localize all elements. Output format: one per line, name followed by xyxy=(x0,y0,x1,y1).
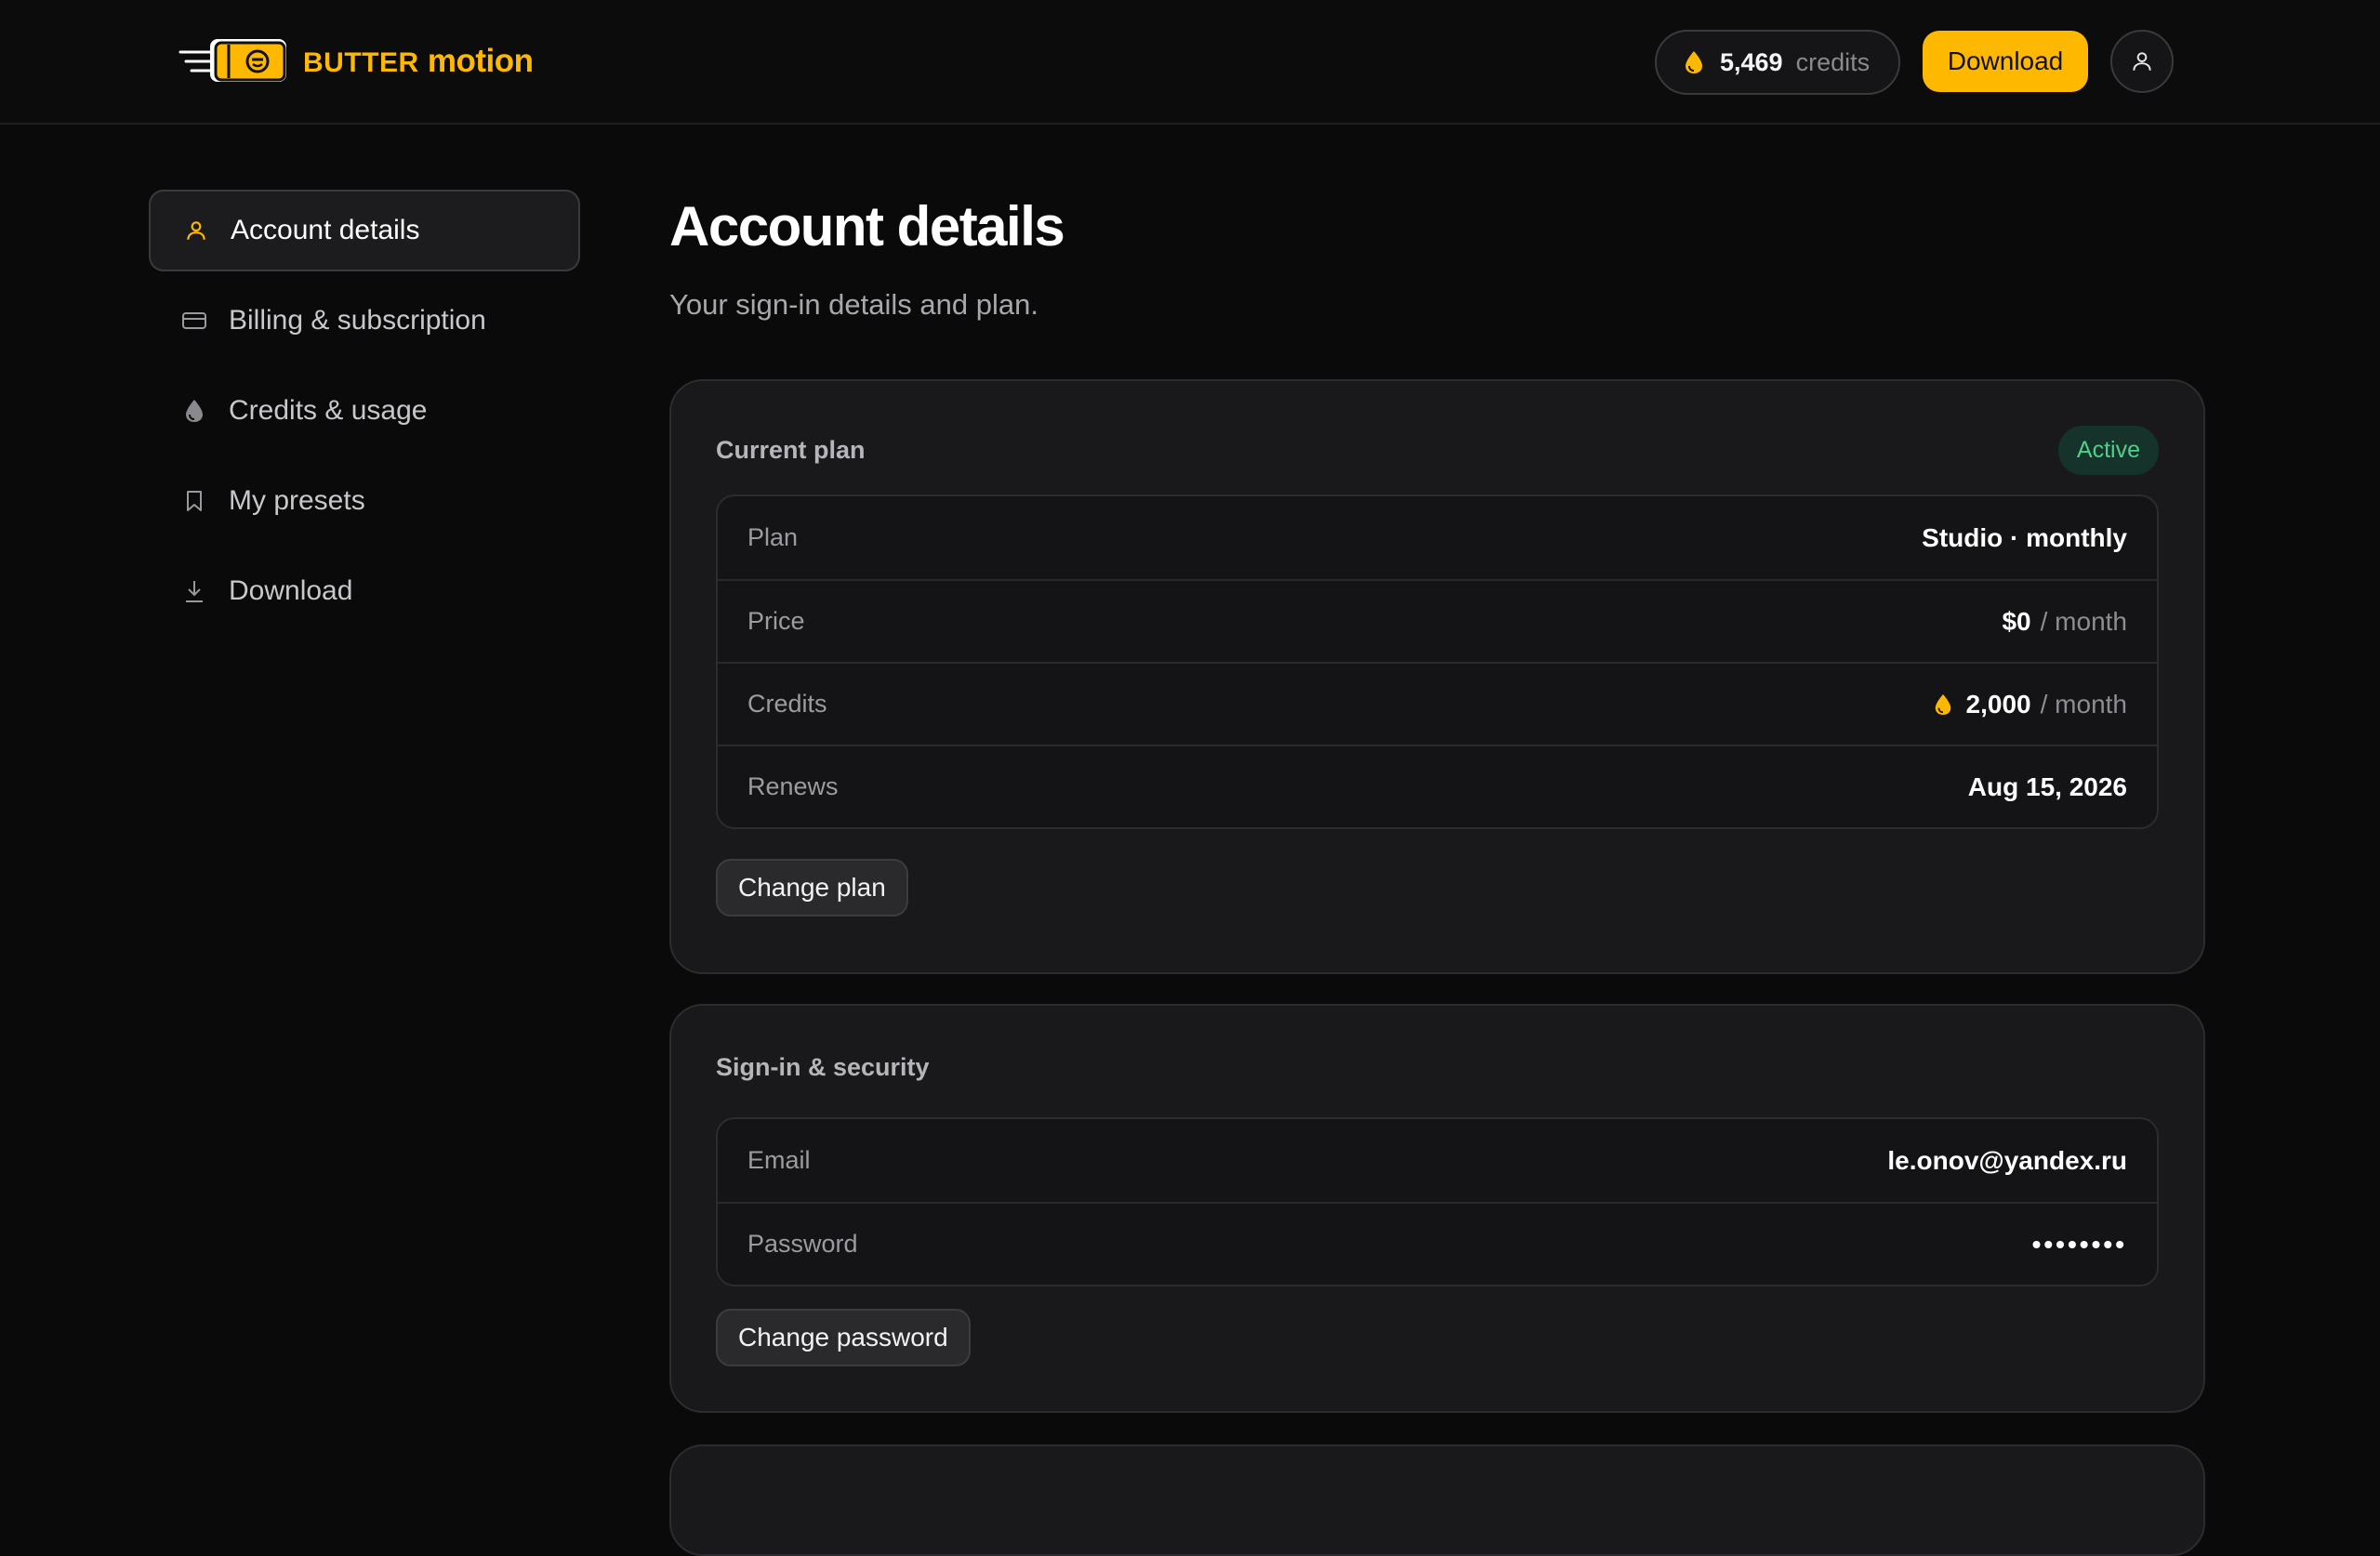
sidebar-item-my-presets[interactable]: My presets xyxy=(149,460,580,542)
download-icon xyxy=(186,581,203,602)
card-title: Sign-in & security xyxy=(716,1052,930,1081)
sidebar-item-download[interactable]: Download xyxy=(149,550,580,632)
download-button[interactable]: Download xyxy=(1923,31,2088,92)
sidebar-item-label: Account details xyxy=(231,215,420,245)
row-value: 2,000 / month xyxy=(1933,690,2127,719)
user-icon xyxy=(187,221,205,240)
sidebar-item-credits-usage[interactable]: Credits & usage xyxy=(149,370,580,452)
credits-balance[interactable]: 5,469 credits xyxy=(1655,30,1900,95)
sidebar-item-label: Download xyxy=(229,575,353,606)
row-value: $0 / month xyxy=(2002,606,2127,636)
row-label: Renews xyxy=(747,772,839,800)
drop-icon xyxy=(1935,693,1950,715)
next-card xyxy=(669,1444,2205,1556)
card-title: Current plan xyxy=(716,435,866,464)
change-plan-button[interactable]: Change plan xyxy=(716,859,908,916)
credit-card-icon xyxy=(182,312,206,329)
table-row: Price $0 / month xyxy=(718,579,2157,662)
sidebar-item-label: Credits & usage xyxy=(229,395,428,426)
row-value: Aug 15, 2026 xyxy=(1967,771,2127,801)
security-details-table: Email le.onov@yandex.ru Password •••••••… xyxy=(716,1117,2159,1286)
row-label: Plan xyxy=(747,523,799,551)
drop-icon xyxy=(186,400,203,422)
drop-icon xyxy=(1686,51,1702,73)
table-row: Renews Aug 15, 2026 xyxy=(718,745,2157,827)
main-content: Account details Your sign-in details and… xyxy=(669,190,2205,1556)
current-plan-card: Current plan Active Plan Studio · monthl… xyxy=(669,379,2205,974)
row-label: Credits xyxy=(747,690,827,718)
brand-logo[interactable]: BUTTER motion xyxy=(178,33,534,89)
sidebar: Account details Billing & subscription C… xyxy=(149,190,580,640)
table-row: Credits 2,000 / month xyxy=(718,662,2157,745)
email-value: le.onov@yandex.ru xyxy=(1887,1145,2127,1175)
sidebar-item-billing[interactable]: Billing & subscription xyxy=(149,280,580,362)
credits-label: credits xyxy=(1795,47,1871,76)
plan-details-table: Plan Studio · monthly Price $0 / month C… xyxy=(716,494,2159,829)
password-value: •••••••• xyxy=(2031,1229,2127,1259)
sidebar-item-label: My presets xyxy=(229,485,365,516)
row-value: Studio · monthly xyxy=(1922,522,2127,552)
page-subtitle: Your sign-in details and plan. xyxy=(669,288,1038,321)
change-password-button[interactable]: Change password xyxy=(716,1309,971,1366)
row-label: Email xyxy=(747,1146,811,1174)
table-row: Email le.onov@yandex.ru xyxy=(718,1119,2157,1202)
sidebar-item-account-details[interactable]: Account details xyxy=(149,190,580,271)
user-icon xyxy=(2133,52,2151,71)
brand-name: BUTTER motion xyxy=(303,43,534,79)
status-badge: Active xyxy=(2057,425,2159,475)
table-row: Plan Studio · monthly xyxy=(718,496,2157,579)
row-label: Price xyxy=(747,607,805,635)
profile-button[interactable] xyxy=(2110,30,2174,93)
bookmark-icon xyxy=(187,491,202,511)
sidebar-item-label: Billing & subscription xyxy=(229,305,486,336)
sign-in-security-card: Sign-in & security Email le.onov@yandex.… xyxy=(669,1004,2205,1413)
top-bar: BUTTER motion 5,469 credits Download xyxy=(0,0,2380,125)
page-title: Account details xyxy=(669,195,1065,257)
row-label: Password xyxy=(747,1230,858,1258)
credits-value: 5,469 xyxy=(1720,47,1783,76)
table-row: Password •••••••• xyxy=(718,1202,2157,1285)
butter-logo-icon xyxy=(178,39,286,82)
